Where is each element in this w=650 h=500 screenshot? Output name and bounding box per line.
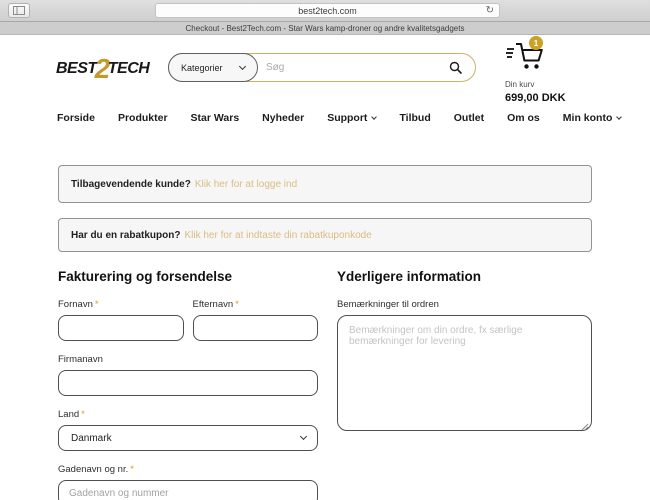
label-text: Efternavn: [192, 299, 234, 310]
category-dropdown-label: Kategorier: [181, 62, 223, 73]
nav-label: Nyheder: [262, 112, 305, 124]
chevron-down-icon: [238, 62, 247, 70]
firmanavn-input[interactable]: [58, 370, 318, 396]
order-notes-label: Bemærkninger til ordren: [337, 299, 439, 310]
notice-text: Tilbagevendende kunde?: [71, 178, 191, 190]
resize-grip-icon[interactable]: [580, 422, 589, 431]
efternavn-input[interactable]: [192, 315, 318, 341]
browser-toolbar: best2tech.com ↻: [0, 0, 650, 22]
nav-item-min-konto[interactable]: Min konto: [562, 112, 623, 124]
nav-item-nyheder[interactable]: Nyheder: [262, 112, 304, 124]
required-mark: *: [235, 299, 239, 310]
site-logo[interactable]: BEST 2 TECH: [56, 55, 150, 83]
tab-title: Checkout - Best2Tech.com - Star Wars kam…: [185, 23, 465, 33]
nav-label: Tilbud: [399, 112, 431, 124]
label-text: Gadenavn og nr.: [58, 464, 129, 475]
search-input[interactable]: [266, 55, 436, 80]
nav-item-forside[interactable]: Forside: [57, 112, 95, 124]
required-mark: *: [94, 299, 99, 310]
notice-text: Har du en rabatkupon?: [71, 229, 181, 241]
chevron-down-icon: [616, 113, 623, 120]
country-selected-value: Danmark: [71, 432, 112, 444]
fornavn-label: Fornavn *: [58, 299, 184, 310]
url-text: best2tech.com: [298, 5, 357, 16]
cart-count-badge: 1: [529, 36, 543, 50]
login-link[interactable]: Klik her for at logge ind: [195, 179, 297, 190]
street-address-input[interactable]: [58, 480, 318, 500]
browser-tab-bar: Checkout - Best2Tech.com - Star Wars kam…: [0, 22, 650, 35]
fornavn-input[interactable]: [58, 315, 184, 341]
returning-customer-notice: Tilbagevendende kunde? Klik her for at l…: [58, 165, 592, 203]
cart-label: Din kurv: [505, 80, 535, 89]
required-mark: *: [130, 464, 134, 475]
cart-widget[interactable]: 1 Din kurv 699,00 DKK: [505, 36, 566, 104]
order-notes-textarea[interactable]: [337, 315, 592, 431]
firmanavn-label: Firmanavn: [58, 354, 103, 365]
search-icon[interactable]: [449, 61, 462, 79]
chevron-down-icon: [371, 113, 378, 120]
nav-item-outlet[interactable]: Outlet: [454, 112, 484, 124]
coupon-link[interactable]: Klik her for at indtaste din rabatkuponk…: [184, 230, 371, 241]
nav-label: Support: [327, 112, 368, 124]
reload-icon[interactable]: ↻: [486, 5, 494, 16]
nav-item-produkter[interactable]: Produkter: [118, 112, 168, 124]
nav-label: Produkter: [117, 112, 168, 124]
chevron-down-icon: [299, 432, 308, 441]
logo-text-tech: TECH: [107, 60, 150, 77]
site-header: BEST 2 TECH Kategorier 1 Din kurv 699,00…: [0, 35, 650, 105]
nav-label: Outlet: [453, 112, 485, 124]
nav-label: Om os: [507, 112, 540, 124]
billing-form: Fakturering og forsendelse Fornavn * Efte…: [58, 269, 318, 500]
nav-item-support[interactable]: Support: [327, 112, 378, 124]
gadenavn-label: Gadenavn og nr. *: [58, 464, 318, 475]
category-dropdown-button[interactable]: Kategorier: [168, 53, 258, 82]
sidebar-icon: [13, 6, 25, 15]
address-bar[interactable]: best2tech.com ↻: [155, 3, 500, 18]
efternavn-label: Efternavn *: [193, 299, 319, 310]
main-nav: Forside Produkter Star Wars Nyheder Supp…: [0, 105, 650, 131]
label-text: Fornavn: [58, 299, 93, 310]
nav-label: Forside: [57, 112, 95, 124]
additional-info: Yderligere information Bemærkninger til …: [337, 269, 592, 500]
land-label: Land *: [58, 409, 318, 420]
nav-label: Star Wars: [190, 112, 240, 124]
additional-title: Yderligere information: [337, 269, 482, 284]
search-bar: Kategorier: [168, 53, 476, 82]
label-text: Land: [58, 409, 80, 420]
nav-label: Min konto: [562, 112, 613, 124]
cart-total: 699,00 DKK: [505, 92, 566, 104]
sidebar-toggle-button[interactable]: [8, 3, 30, 18]
nav-item-om-os[interactable]: Om os: [507, 112, 540, 124]
coupon-notice: Har du en rabatkupon? Klik her for at in…: [58, 218, 592, 252]
logo-text-best: BEST: [56, 60, 97, 77]
required-mark: *: [81, 409, 85, 420]
nav-item-star-wars[interactable]: Star Wars: [191, 112, 240, 124]
billing-title: Fakturering og forsendelse: [58, 269, 233, 284]
nav-item-tilbud[interactable]: Tilbud: [399, 112, 430, 124]
checkout-page: Tilbagevendende kunde? Klik her for at l…: [0, 165, 650, 500]
country-select[interactable]: Danmark: [58, 425, 318, 451]
